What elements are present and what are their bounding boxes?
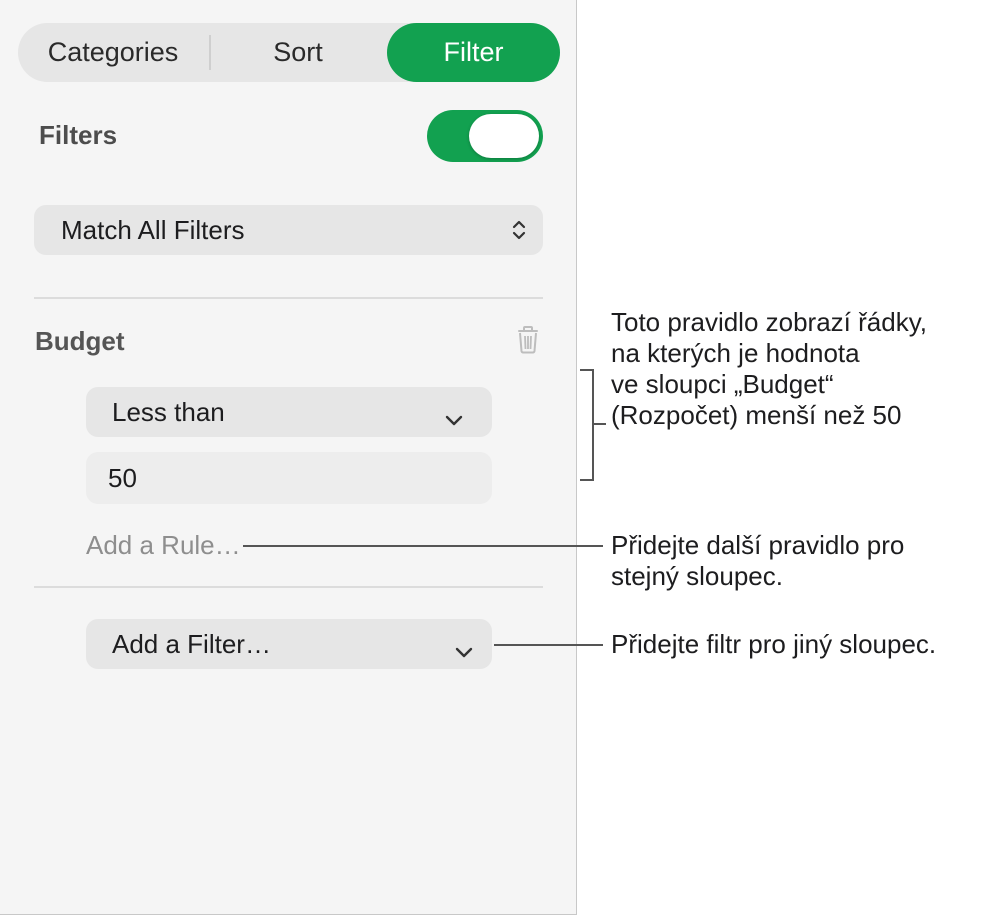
callout-line: na kterých je hodnota — [611, 338, 860, 368]
filter-inspector-panel: Categories Sort Filter Filters Match All… — [0, 0, 577, 915]
add-rule-callout-text: Přidejte další pravidlo pro stejný sloup… — [611, 530, 904, 592]
toggle-knob — [469, 114, 539, 158]
filters-toggle[interactable] — [427, 110, 543, 162]
callout-line: (Rozpočet) menší než 50 — [611, 400, 902, 430]
add-rule-callout-line — [243, 545, 603, 547]
chevron-down-icon — [444, 404, 464, 435]
add-rule-button[interactable]: Add a Rule… — [86, 530, 241, 561]
condition-label: Less than — [112, 397, 225, 427]
bracket-bottom — [580, 479, 594, 481]
callout-line: stejný sloupec. — [611, 561, 783, 591]
chevron-up-down-icon — [512, 218, 526, 249]
section-divider — [34, 297, 543, 299]
chevron-down-icon — [454, 636, 474, 667]
value-input[interactable] — [108, 452, 468, 504]
filters-heading: Filters — [39, 120, 118, 150]
bracket-top — [580, 369, 594, 371]
callout-line: Toto pravidlo zobrazí řádky, — [611, 307, 927, 337]
condition-select[interactable]: Less than — [86, 387, 492, 437]
rule-callout-text: Toto pravidlo zobrazí řádky, na kterých … — [611, 307, 927, 431]
bracket-vertical — [592, 369, 594, 481]
inspector-tab-bar: Categories Sort Filter — [18, 23, 560, 82]
add-filter-callout-line — [494, 644, 603, 646]
callout-line: Přidejte filtr pro jiný sloupec. — [611, 629, 937, 659]
callout-line: Přidejte další pravidlo pro — [611, 530, 905, 560]
value-field[interactable] — [86, 452, 492, 504]
bracket-tick — [592, 423, 606, 425]
tab-categories[interactable]: Categories — [18, 23, 208, 82]
callout-line: ve sloupci „Budget“ — [611, 369, 834, 399]
add-filter-label: Add a Filter… — [112, 629, 271, 659]
add-filter-select[interactable]: Add a Filter… — [86, 619, 492, 669]
tab-sort[interactable]: Sort — [208, 23, 388, 82]
section-divider — [34, 586, 543, 588]
match-filters-select[interactable]: Match All Filters — [34, 205, 543, 255]
match-filters-label: Match All Filters — [61, 215, 245, 245]
add-filter-callout-text: Přidejte filtr pro jiný sloupec. — [611, 629, 936, 660]
filter-column-heading: Budget — [35, 326, 125, 356]
tab-filter[interactable]: Filter — [387, 23, 560, 82]
trash-icon[interactable] — [515, 326, 541, 359]
